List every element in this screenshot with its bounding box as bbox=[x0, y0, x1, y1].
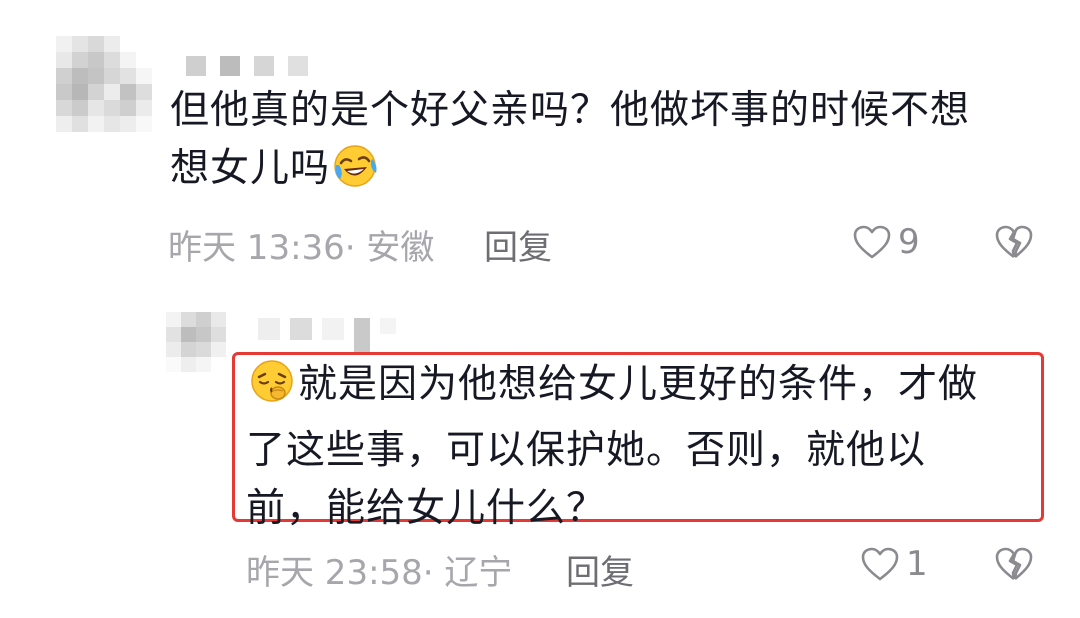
like-button[interactable]: 9 bbox=[852, 222, 920, 262]
comment-text: 但他真的是个好父亲吗？他做坏事的时候不想 想女儿吗 bbox=[170, 82, 970, 206]
dislike-broken-heart-icon[interactable] bbox=[994, 546, 1034, 582]
avatar[interactable] bbox=[166, 312, 226, 372]
reply-button[interactable]: 回复 bbox=[566, 545, 634, 594]
like-count: 9 bbox=[898, 222, 920, 262]
username-blurred[interactable] bbox=[258, 318, 396, 352]
comment-meta: 昨天 23:58· 辽宁 bbox=[246, 553, 513, 593]
comment-text: 就是因为他想给女儿更好的条件，才做 了这些事，可以保护她。否则，就他以 前，能给… bbox=[246, 356, 978, 538]
reply-button[interactable]: 回复 bbox=[484, 220, 552, 269]
comment-text-line: 前，能给女儿什么？ bbox=[246, 486, 607, 531]
heart-icon bbox=[852, 224, 892, 260]
like-button[interactable]: 1 bbox=[860, 544, 928, 584]
username-blurred[interactable] bbox=[186, 56, 308, 76]
comment-text-line: 就是因为他想给女儿更好的条件，才做 bbox=[246, 356, 978, 422]
dislike-broken-heart-icon[interactable] bbox=[994, 224, 1034, 260]
comment-meta: 昨天 13:36· 安徽 bbox=[168, 228, 435, 268]
comment-text-line: 了这些事，可以保护她。否则，就他以 bbox=[246, 428, 927, 473]
like-count: 1 bbox=[906, 544, 928, 584]
comment-text-line: 但他真的是个好父亲吗？他做坏事的时候不想 bbox=[170, 88, 971, 133]
avatar[interactable] bbox=[56, 36, 152, 132]
laughing-tears-icon bbox=[332, 143, 378, 206]
comment-text-line: 想女儿吗 bbox=[170, 140, 970, 206]
pensive-face-icon bbox=[248, 357, 296, 422]
heart-icon bbox=[860, 546, 900, 582]
